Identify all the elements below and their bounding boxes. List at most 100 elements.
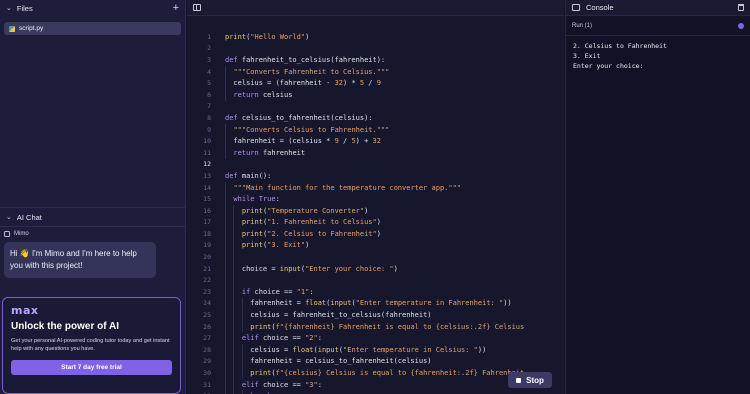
console-title: Console [586, 3, 614, 12]
code-text: fahrenheit = float(input("Enter temperat… [225, 299, 512, 308]
line-number: 24 [203, 299, 211, 308]
code-text: print("3. Exit") [241, 241, 310, 250]
line-number: 12 [203, 160, 211, 169]
files-panel-title: Files [16, 3, 33, 13]
code-text: """Converts Celsius to Fahrenheit.""" [233, 125, 390, 134]
code-text: elif choice == "2": [225, 334, 322, 343]
code-line[interactable]: 10 fahrenheit = (celsius * 9 / 5) + 32 [187, 135, 564, 147]
chevron-down-icon[interactable]: ⌄ [6, 213, 12, 221]
indent-guide [225, 251, 226, 263]
indent-guide [233, 274, 235, 287]
terminal-icon [572, 4, 580, 11]
code-line[interactable]: 8 def celsius_to_fahrenheit(celsius): [187, 112, 564, 124]
code-text: choice = input("Enter your choice: ") [225, 264, 398, 273]
start-trial-button[interactable]: Start 7 day free trial [11, 360, 172, 375]
file-list: script.py [0, 22, 185, 207]
code-text: if choice == "1": [225, 287, 314, 296]
code-text: def main(): [225, 171, 272, 180]
code-text: return fahrenheit [225, 148, 306, 157]
code-line[interactable]: 24 fahrenheit = float(input("Enter tempe… [187, 297, 564, 310]
code-text: print("2. Celsius to Fahrenheit") [241, 229, 381, 238]
line-number: 18 [203, 229, 211, 238]
code-line[interactable]: 5 celsius = (fahrenheit - 32) * 5 / 9 [187, 77, 564, 89]
files-panel-header[interactable]: ⌄ Files + [0, 0, 185, 16]
line-number: 20 [203, 253, 211, 262]
console-panel: Console Run (1) 2. Celsius to Fahrenheit… [565, 0, 750, 394]
code-line[interactable]: 11 return fahrenheit [187, 146, 564, 159]
code-line[interactable]: 14 """Main function for the temperature … [187, 181, 564, 194]
code-line[interactable]: 20 [187, 251, 564, 263]
code-line[interactable]: 19 print("3. Exit") [187, 239, 564, 252]
code-line[interactable]: 18 print("2. Celsius to Fahrenheit") [187, 228, 564, 240]
code-line[interactable]: 28 celsius = float(input("Enter temperat… [187, 344, 564, 356]
code-text: return celsius [225, 90, 293, 99]
code-line[interactable]: 25 celsius = fahrenheit_to_celsius(fahre… [187, 309, 564, 321]
left-panel: ⌄ Files + script.py ⌄ AI Chat Mimo Hi 👋 … [0, 0, 186, 394]
code-line[interactable]: 13 def main(): [187, 170, 564, 182]
line-number: 5 [207, 79, 211, 88]
promo-description: Get your personal AI-powered coding tuto… [11, 338, 170, 352]
line-number: 17 [203, 218, 211, 227]
code-text: celsius = fahrenheit_to_celsius(fahrenhe… [225, 311, 432, 320]
code-text: while True: [225, 195, 280, 204]
code-text: fahrenheit = celsius_to_fahrenheit(celsi… [225, 357, 432, 366]
file-item-script-py[interactable]: script.py [4, 22, 181, 35]
code-line[interactable]: 15 while True: [187, 193, 564, 205]
code-line[interactable]: 21 choice = input("Enter your choice: ") [187, 262, 564, 275]
code-text: print("Temperature Converter") [241, 206, 369, 215]
line-number: 16 [203, 206, 211, 215]
console-header: Console [566, 0, 750, 16]
code-line[interactable]: 2 [187, 43, 564, 55]
sidebar-toggle-icon[interactable] [193, 4, 201, 11]
code-text: print("Hello World") [225, 32, 310, 41]
editor-toolbar [187, 0, 564, 16]
line-number: 29 [203, 357, 211, 366]
promo-title: Unlock the power of AI [11, 321, 119, 332]
code-line[interactable]: 32 break [187, 390, 564, 394]
stop-button[interactable]: Stop [508, 372, 552, 388]
code-line[interactable]: 23 if choice == "1": [187, 286, 564, 298]
line-number: 2 [207, 44, 211, 53]
code-line[interactable]: 1 print("Hello World") [187, 31, 564, 43]
code-line[interactable]: 26 print(f"{fahrenheit} Fahrenheit is eq… [187, 320, 564, 333]
code-text: elif choice == "3": [225, 380, 322, 389]
code-line[interactable]: 17 print("1. Fahrenheit to Celsius") [187, 216, 564, 229]
line-number: 10 [203, 137, 211, 146]
code-line[interactable]: 3 def fahrenheit_to_celsius(fahrenheit): [187, 54, 564, 66]
code-line[interactable]: 9 """Converts Celsius to Fahrenheit.""" [187, 123, 564, 136]
line-number: 19 [203, 241, 211, 250]
python-file-icon [9, 25, 15, 32]
ai-chat-header[interactable]: ⌄ AI Chat [0, 208, 185, 227]
indent-guide [233, 251, 235, 263]
code-editor[interactable]: 1 print("Hello World") 2 3 def fahrenheit_to… [187, 0, 564, 394]
chevron-down-icon[interactable]: ⌄ [6, 4, 12, 12]
bot-icon [4, 231, 10, 237]
code-line[interactable]: 27 elif choice == "2": [187, 332, 564, 345]
code-text: print("1. Fahrenheit to Celsius") [241, 218, 381, 227]
code-line[interactable]: 22 [187, 274, 564, 287]
code-text: celsius = (fahrenheit - 32) * 5 / 9 [225, 79, 381, 88]
code-line[interactable]: 29 fahrenheit = celsius_to_fahrenheit(ce… [187, 355, 564, 368]
plus-icon[interactable]: + [173, 2, 179, 14]
run-label: Run (1) [572, 22, 593, 29]
line-number: 13 [203, 171, 211, 180]
trash-icon[interactable] [738, 4, 744, 11]
run-tab[interactable]: Run (1) [566, 16, 750, 36]
line-number: 30 [203, 369, 211, 378]
line-number: 6 [207, 90, 211, 99]
line-number: 3 [207, 55, 211, 64]
code-line[interactable]: 4 """Converts Fahrenheit to Celsius.""" [187, 65, 564, 78]
code-line[interactable]: 16 print("Temperature Converter") [187, 204, 564, 217]
code-text: """Main function for the temperature con… [233, 183, 462, 192]
stop-icon [516, 377, 522, 383]
code-text: """Converts Fahrenheit to Celsius.""" [233, 67, 390, 76]
file-name: script.py [19, 25, 44, 32]
code-line[interactable]: 6 return celsius [187, 88, 564, 101]
line-number: 28 [203, 345, 211, 354]
code-area[interactable]: 1 print("Hello World") 2 3 def fahrenheit_to… [187, 31, 564, 394]
line-number: 25 [203, 311, 211, 320]
code-text: print(f"{fahrenheit} Fahrenheit is equal… [250, 322, 525, 331]
code-line[interactable]: 12 [187, 159, 564, 171]
code-line[interactable]: 7 [187, 101, 564, 113]
code-text: def celsius_to_fahrenheit(celsius): [225, 113, 373, 122]
